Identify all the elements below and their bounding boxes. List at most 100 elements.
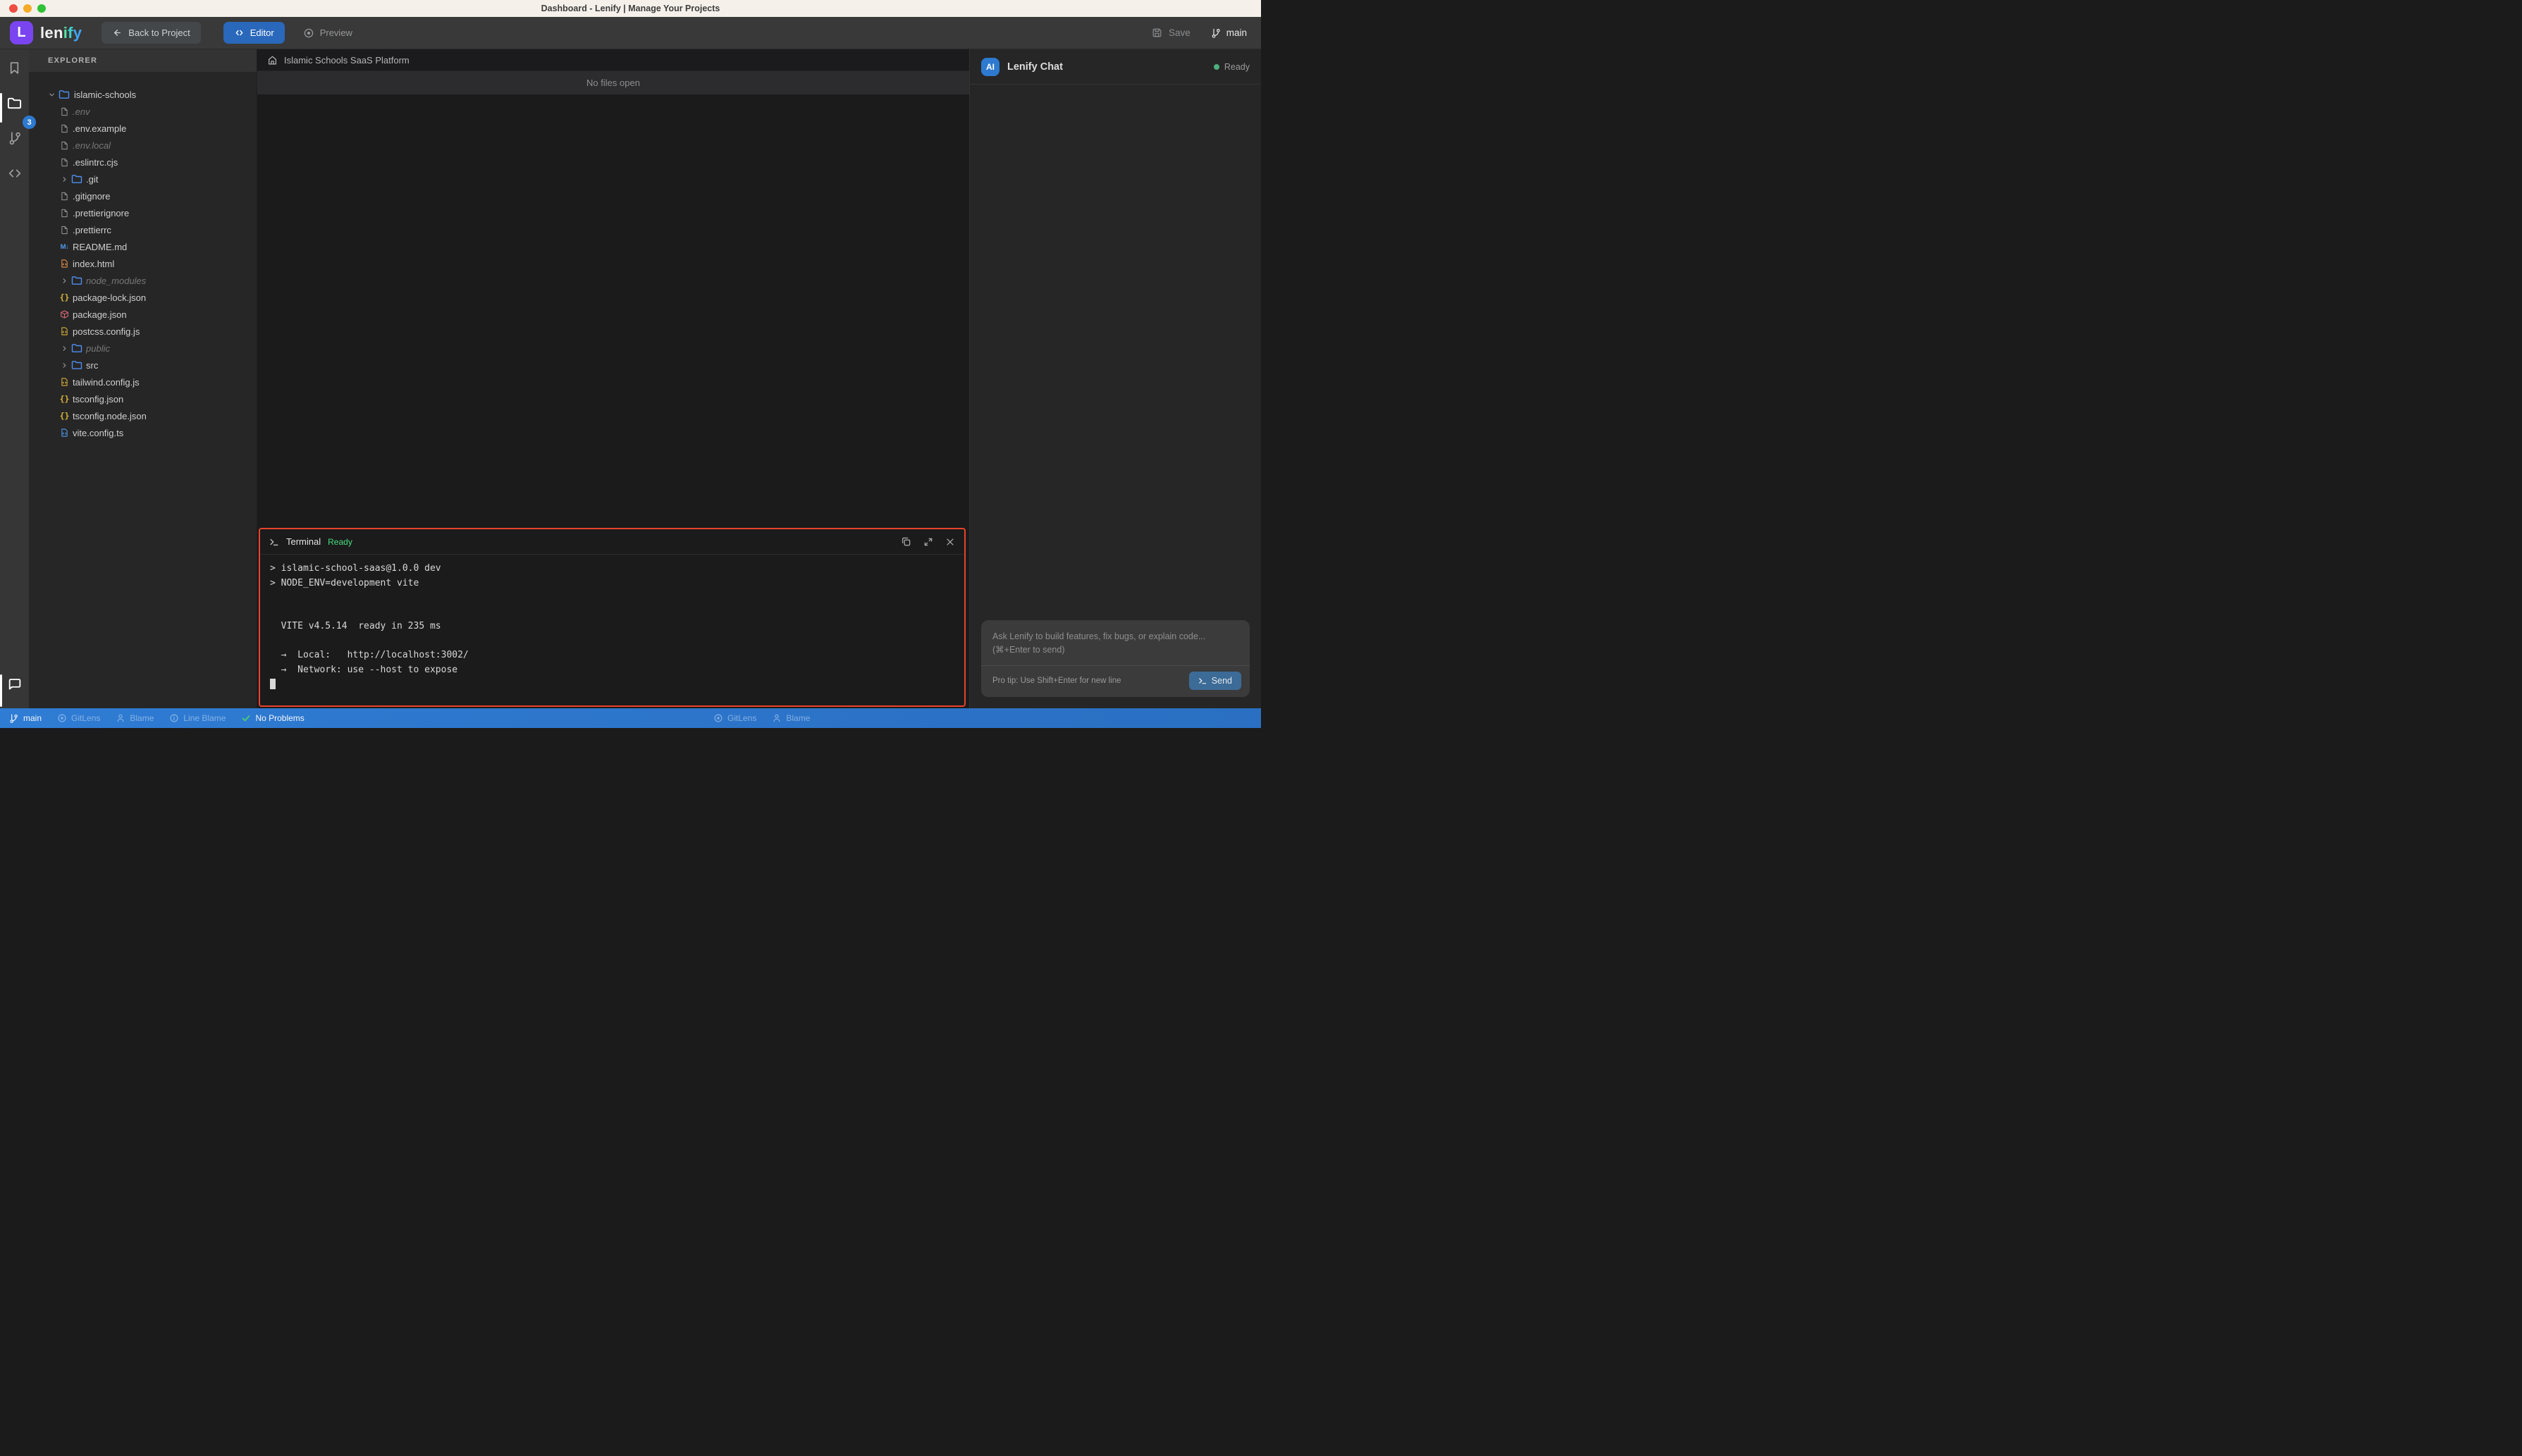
terminal-header: Terminal Ready — [260, 529, 964, 555]
code-view-icon[interactable] — [6, 165, 23, 182]
explorer-header: EXPLORER — [29, 49, 257, 72]
file-name: package-lock.json — [73, 292, 146, 303]
file-row[interactable]: .env.local — [29, 137, 257, 154]
explorer-folder-icon[interactable] — [6, 94, 23, 111]
file-row[interactable]: M↓ README.md — [29, 238, 257, 255]
explorer-title: EXPLORER — [48, 56, 97, 65]
braces-icon: {} — [60, 394, 69, 404]
branch-selector[interactable]: main — [1210, 27, 1247, 39]
file-row[interactable]: postcss.config.js — [29, 323, 257, 340]
file-icon — [60, 226, 69, 235]
folder-row[interactable]: public — [29, 340, 257, 357]
statusbar-item-blame[interactable]: Blame — [772, 713, 810, 723]
chevron-right-icon — [60, 345, 68, 352]
file-row[interactable]: {} tsconfig.json — [29, 390, 257, 407]
ai-badge: AI — [981, 58, 999, 76]
window-title: Dashboard - Lenify | Manage Your Project… — [0, 4, 1261, 13]
explorer-sidebar: EXPLORER islamic-schools .env.env.exampl… — [29, 49, 257, 708]
root-folder-name: islamic-schools — [74, 90, 136, 100]
terminal-copy-icon[interactable] — [901, 536, 911, 547]
preview-tab-button[interactable]: Preview — [296, 22, 359, 44]
folder-icon — [71, 275, 82, 286]
file-row[interactable]: package.json — [29, 306, 257, 323]
folder-icon — [71, 359, 82, 371]
back-arrow-icon — [112, 27, 123, 38]
file-name: .eslintrc.cjs — [73, 157, 118, 168]
file-row[interactable]: .gitignore — [29, 187, 257, 204]
project-tab-title: Islamic Schools SaaS Platform — [284, 55, 410, 66]
branch-label: main — [1226, 27, 1247, 38]
terminal-status: Ready — [328, 537, 352, 547]
preview-eye-icon — [303, 27, 314, 39]
send-button[interactable]: Send — [1189, 672, 1241, 690]
chevron-right-icon — [60, 175, 68, 183]
statusbar-item-blame[interactable]: Blame — [116, 713, 154, 723]
send-label: Send — [1212, 676, 1232, 686]
file-row[interactable]: {} tsconfig.node.json — [29, 407, 257, 424]
terminal-close-icon[interactable] — [945, 537, 955, 547]
folder-row[interactable]: .git — [29, 171, 257, 187]
file-name: public — [86, 343, 110, 354]
file-row[interactable]: vite.config.ts — [29, 424, 257, 441]
home-icon — [267, 55, 278, 66]
file-name: .prettierrc — [73, 225, 111, 235]
project-tab-bar[interactable]: Islamic Schools SaaS Platform — [257, 49, 969, 71]
terminal-output[interactable]: > islamic-school-saas@1.0.0 dev> NODE_EN… — [260, 555, 964, 699]
file-row[interactable]: tailwind.config.js — [29, 374, 257, 390]
file-row[interactable]: .eslintrc.cjs — [29, 154, 257, 171]
editor-empty-canvas — [257, 94, 969, 528]
save-label: Save — [1169, 27, 1191, 38]
preview-label: Preview — [320, 27, 352, 38]
chat-bubble-icon[interactable] — [6, 676, 23, 693]
code-orange-icon — [60, 259, 69, 269]
statusbar-item-gitlens[interactable]: GitLens — [713, 713, 756, 723]
terminal-cursor — [270, 679, 276, 689]
save-floppy-icon — [1151, 27, 1163, 39]
statusbar-item-line-blame[interactable]: Line Blame — [169, 713, 226, 723]
file-row[interactable]: .prettierignore — [29, 204, 257, 221]
back-to-project-label: Back to Project — [128, 27, 190, 38]
pro-tip-text: Pro tip: Use Shift+Enter for new line — [992, 677, 1121, 685]
file-icon — [60, 124, 69, 133]
statusbar-branch[interactable]: main — [8, 713, 42, 724]
folder-row[interactable]: node_modules — [29, 272, 257, 289]
git-branch-icon — [1210, 27, 1222, 39]
chevron-down-icon — [47, 91, 56, 99]
editor-label: Editor — [250, 27, 274, 38]
chat-input[interactable] — [981, 620, 1250, 665]
source-control-icon[interactable] — [6, 130, 23, 147]
markdown-icon: M↓ — [60, 243, 69, 251]
bookmark-icon[interactable] — [6, 59, 23, 76]
chat-status-label: Ready — [1224, 62, 1250, 72]
chevron-right-icon — [60, 277, 68, 285]
back-to-project-button[interactable]: Back to Project — [102, 22, 200, 44]
folder-row[interactable]: src — [29, 357, 257, 374]
no-files-message: No files open — [586, 78, 640, 88]
lenify-chat-panel: AI Lenify Chat Ready Pro tip: Use Shift+… — [969, 49, 1261, 708]
file-icon — [60, 141, 69, 150]
git-changes-badge: 3 — [23, 116, 36, 129]
braces-icon: {} — [60, 411, 69, 421]
file-name: tailwind.config.js — [73, 377, 140, 388]
statusbar-no-problems[interactable]: No Problems — [241, 713, 304, 723]
editor-tab-button[interactable]: Editor — [223, 22, 285, 44]
no-files-banner: No files open — [257, 71, 969, 94]
file-name: .prettierignore — [73, 208, 129, 218]
file-name: tsconfig.node.json — [73, 411, 147, 421]
file-row[interactable]: .prettierrc — [29, 221, 257, 238]
terminal-panel: Terminal Ready > islamic-school-saas@1.0… — [259, 528, 966, 707]
code-yellow-icon — [60, 377, 69, 387]
chat-message-area — [970, 85, 1261, 620]
file-name: README.md — [73, 242, 127, 252]
statusbar-item-gitlens[interactable]: GitLens — [57, 713, 100, 723]
editor-area: Islamic Schools SaaS Platform No files o… — [257, 49, 969, 708]
file-row[interactable]: .env.example — [29, 120, 257, 137]
save-button[interactable]: Save — [1151, 27, 1191, 39]
file-row[interactable]: .env — [29, 103, 257, 120]
file-row[interactable]: index.html — [29, 255, 257, 272]
file-name: tsconfig.json — [73, 394, 123, 405]
folder-row-root[interactable]: islamic-schools — [29, 86, 257, 103]
brand-name: lenify — [40, 24, 82, 42]
file-row[interactable]: {}package-lock.json — [29, 289, 257, 306]
terminal-expand-icon[interactable] — [923, 537, 933, 547]
